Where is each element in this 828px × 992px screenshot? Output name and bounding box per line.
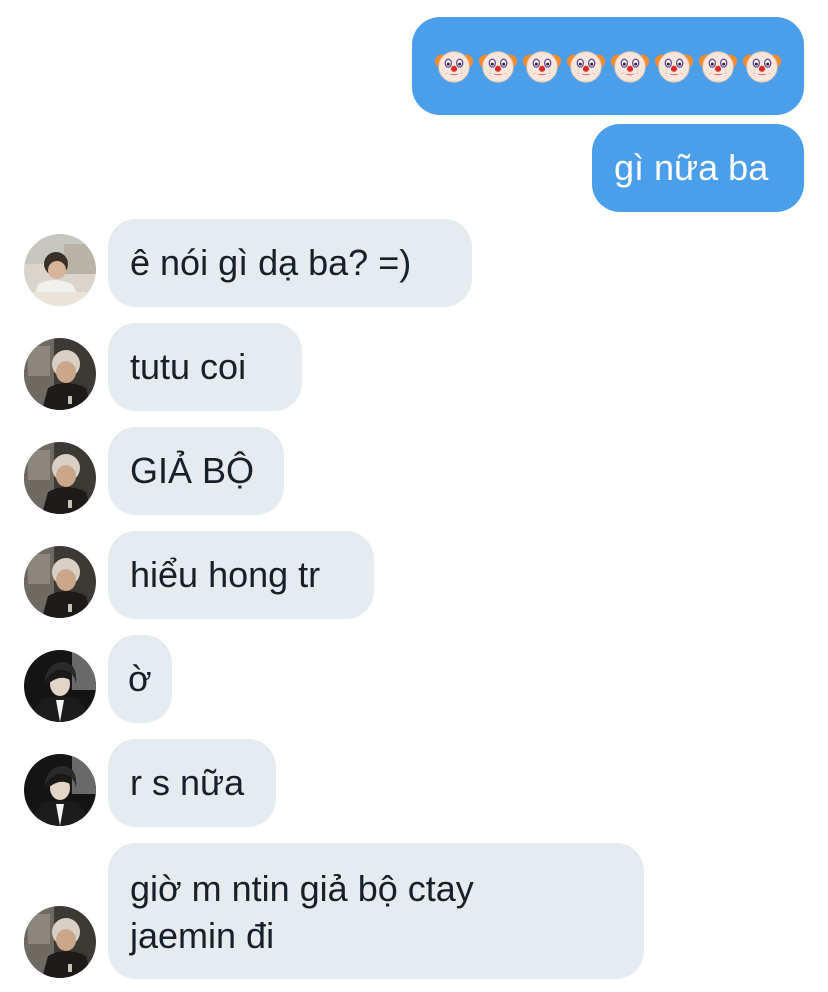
avatar-c-image (24, 754, 96, 826)
avatar-b-image (24, 338, 96, 410)
avatar[interactable] (24, 906, 96, 978)
clown-face-icon (567, 51, 605, 83)
incoming-message[interactable]: giờ m ntin giả bộ ctay jaemin đi (108, 843, 644, 979)
message-text: r s nữa (130, 762, 245, 803)
avatar-b-image (24, 546, 96, 618)
message-text-line-1: giờ m ntin giả bộ ctay (130, 868, 474, 909)
message-text: ờ (128, 658, 152, 699)
avatar[interactable] (24, 754, 96, 826)
avatar[interactable] (24, 338, 96, 410)
message-text-line-2: jaemin đi (130, 915, 275, 956)
clown-face-icon (699, 51, 737, 83)
clown-face-icon (523, 51, 561, 83)
message-text: ê nói gì dạ ba? =) (130, 242, 412, 283)
incoming-message[interactable]: r s nữa (108, 739, 276, 827)
message-text: GIẢ BỘ (130, 450, 255, 491)
outgoing-message[interactable]: gì nữa ba (592, 124, 804, 212)
avatar[interactable] (24, 650, 96, 722)
incoming-message[interactable]: ê nói gì dạ ba? =) (108, 219, 472, 307)
message-text: gì nữa ba (614, 147, 769, 188)
clown-face-icon (479, 51, 517, 83)
emoji-row (435, 47, 781, 85)
clown-face-icon (611, 51, 649, 83)
avatar[interactable] (24, 234, 96, 306)
outgoing-message-emoji[interactable] (412, 17, 804, 115)
avatar-a-image (24, 234, 96, 306)
incoming-message[interactable]: GIẢ BỘ (108, 427, 284, 515)
avatar[interactable] (24, 442, 96, 514)
avatar[interactable] (24, 546, 96, 618)
message-text: tutu coi (130, 346, 247, 387)
avatar-b-image (24, 442, 96, 514)
clown-face-icon (743, 51, 781, 83)
message-text: hiểu hong tr (130, 554, 321, 595)
clown-face-icon (435, 51, 473, 83)
incoming-message[interactable]: ờ (108, 635, 172, 723)
incoming-message[interactable]: tutu coi (108, 323, 302, 411)
clown-face-icon (655, 51, 693, 83)
incoming-message[interactable]: hiểu hong tr (108, 531, 374, 619)
avatar-c-image (24, 650, 96, 722)
avatar-b-image (24, 906, 96, 978)
